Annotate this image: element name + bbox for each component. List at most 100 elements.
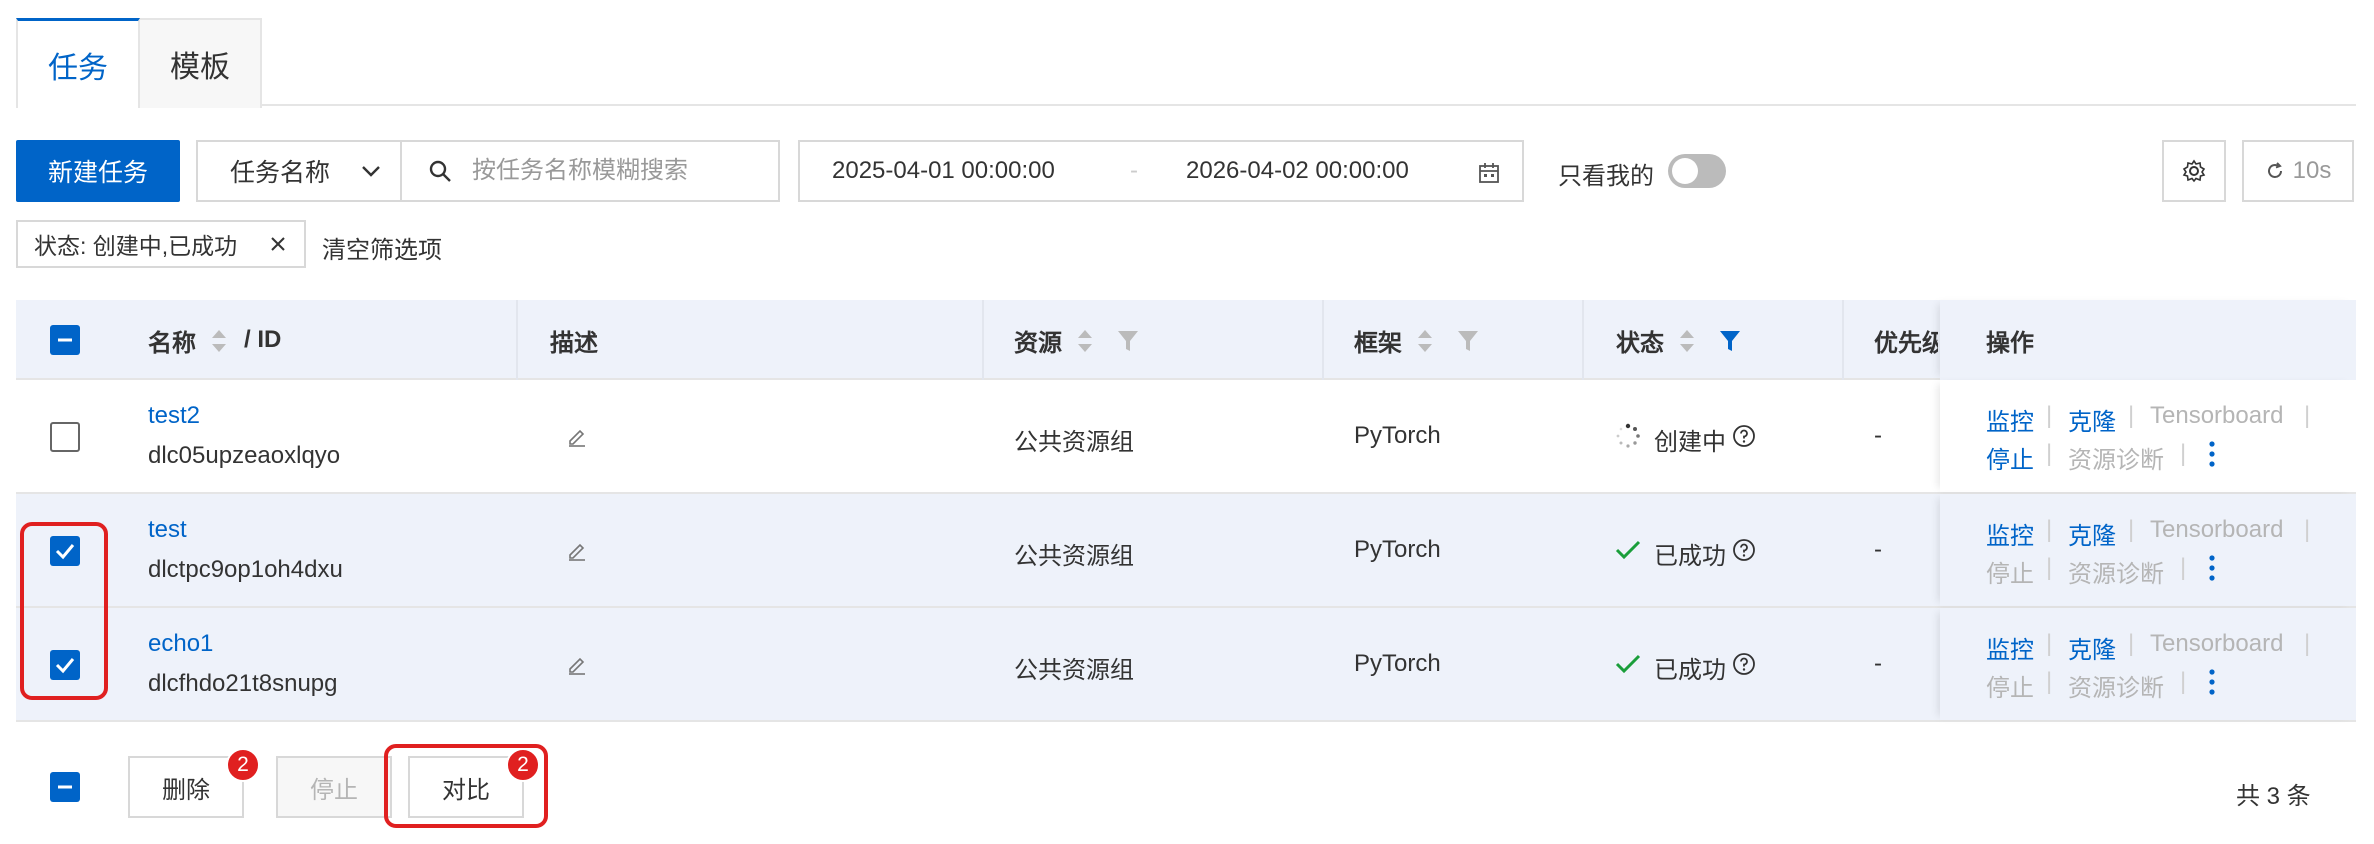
sort-icon[interactable]	[1678, 328, 1696, 354]
task-id: dlcfhdo21t8snupg	[148, 670, 338, 697]
sort-icon[interactable]	[1076, 328, 1094, 354]
ops-panel: 监控 | 克隆 | Tensorboard | 停止 | 资源诊断 |	[1940, 608, 2356, 720]
calendar-icon	[1479, 163, 1499, 183]
more-vertical-icon[interactable]	[2206, 440, 2218, 468]
search-input[interactable]	[472, 157, 772, 185]
status-value: 已成功	[1654, 543, 1726, 570]
delete-count-badge: 2	[226, 748, 260, 782]
monitor-link[interactable]: 监控	[1986, 402, 2034, 437]
clone-link[interactable]: 克隆	[2068, 516, 2116, 551]
column-name: 名称	[148, 300, 196, 380]
framework-value: PyTorch	[1354, 536, 1441, 563]
refresh-button[interactable]: 10s	[2242, 140, 2354, 202]
status-value: 创建中	[1654, 429, 1726, 456]
tab-template[interactable]: 模板	[138, 18, 262, 108]
stop-link[interactable]: 停止	[1986, 554, 2034, 589]
minus-icon	[58, 785, 72, 789]
more-vertical-icon[interactable]	[2206, 668, 2218, 696]
priority-value: -	[1874, 422, 1882, 449]
tensorboard-link[interactable]: Tensorboard	[2150, 402, 2283, 430]
task-name-link[interactable]: test	[148, 516, 187, 544]
filter-icon[interactable]	[1456, 328, 1480, 354]
priority-value: -	[1874, 650, 1882, 677]
tensorboard-link[interactable]: Tensorboard	[2150, 516, 2283, 544]
search-field-select[interactable]: 任务名称	[196, 140, 402, 202]
sort-icon[interactable]	[1416, 328, 1434, 354]
diagnose-link[interactable]: 资源诊断	[2068, 554, 2164, 589]
column-ops-label: 操作	[1986, 329, 2034, 357]
only-mine-toggle[interactable]	[1668, 154, 1726, 188]
diagnose-link[interactable]: 资源诊断	[2068, 440, 2164, 475]
filter-icon[interactable]	[1116, 328, 1140, 354]
bulk-select-checkbox[interactable]	[50, 772, 80, 802]
tensorboard-link[interactable]: Tensorboard	[2150, 630, 2283, 658]
resource-value: 公共资源组	[1014, 543, 1134, 570]
monitor-link[interactable]: 监控	[1986, 630, 2034, 665]
select-all-checkbox[interactable]	[50, 325, 80, 355]
chevron-down-icon	[362, 166, 380, 177]
refresh-interval: 10s	[2292, 157, 2332, 184]
clone-link[interactable]: 克隆	[2068, 630, 2116, 665]
column-status-label: 状态	[1616, 329, 1664, 357]
search-icon	[429, 160, 451, 182]
column-description-label: 描述	[550, 329, 598, 357]
framework-value: PyTorch	[1354, 422, 1441, 449]
stop-button[interactable]: 停止	[276, 756, 392, 818]
priority-value: -	[1874, 536, 1882, 563]
column-id: / ID	[244, 300, 281, 380]
sort-icon[interactable]	[210, 328, 228, 354]
new-task-button[interactable]: 新建任务	[16, 140, 180, 202]
minus-icon	[58, 338, 72, 342]
edit-icon[interactable]	[566, 654, 588, 676]
ops-panel: 监控 | 克隆 | Tensorboard | 停止 | 资源诊断 |	[1940, 494, 2356, 606]
tab-task[interactable]: 任务	[16, 18, 140, 108]
edit-icon[interactable]	[566, 540, 588, 562]
column-name-label: 名称	[148, 329, 196, 357]
column-ops: 操作	[1986, 300, 2034, 380]
stop-link[interactable]: 停止	[1986, 440, 2034, 475]
date-end[interactable]: 2026-04-02 00:00:00	[1186, 157, 1409, 185]
tab-bar: 模板 任务	[16, 18, 2356, 108]
search-field-select-value: 任务名称	[230, 159, 331, 187]
stop-link[interactable]: 停止	[1986, 668, 2034, 703]
column-id-label: / ID	[244, 326, 282, 353]
resource-value: 公共资源组	[1014, 657, 1134, 684]
monitor-link[interactable]: 监控	[1986, 516, 2034, 551]
refresh-icon	[2267, 162, 2282, 178]
clone-link[interactable]: 克隆	[2068, 402, 2116, 437]
table-header: 名称 / ID 描述 资源 框架 状态 优先级 操作	[16, 300, 2356, 380]
date-separator: -	[1130, 157, 1138, 184]
compare-highlight	[384, 744, 548, 828]
settings-button[interactable]	[2162, 140, 2226, 202]
column-status: 状态	[1616, 300, 1664, 380]
date-range-picker[interactable]: 2025-04-01 00:00:00 - 2026-04-02 00:00:0…	[798, 140, 1524, 202]
loading-spinner-icon	[1616, 423, 1640, 448]
framework-value: PyTorch	[1354, 650, 1441, 677]
column-resource: 资源	[1014, 300, 1062, 380]
help-icon[interactable]	[1732, 424, 1756, 448]
ops-panel: 监控 | 克隆 | Tensorboard | 停止 | 资源诊断 |	[1940, 380, 2356, 492]
total-count: 共 3 条	[2236, 783, 2311, 810]
more-vertical-icon[interactable]	[2206, 554, 2218, 582]
task-id: dlc05upzeaoxlqyo	[148, 442, 341, 469]
status-value: 已成功	[1654, 657, 1726, 684]
close-icon[interactable]	[268, 234, 288, 254]
date-start[interactable]: 2025-04-01 00:00:00	[832, 157, 1055, 185]
help-icon[interactable]	[1732, 652, 1756, 676]
diagnose-link[interactable]: 资源诊断	[2068, 668, 2164, 703]
column-priority: 优先级	[1874, 300, 1938, 380]
task-name-link[interactable]: echo1	[148, 630, 213, 658]
search-box[interactable]	[400, 140, 780, 202]
table-row: echo1 dlcfhdo21t8snupg 公共资源组 PyTorch 已成功…	[16, 608, 2356, 722]
only-mine-label: 只看我的	[1558, 163, 1654, 190]
task-name-link[interactable]: test2	[148, 402, 200, 430]
clear-filters-link[interactable]: 清空筛选项	[322, 230, 442, 265]
help-icon[interactable]	[1732, 538, 1756, 562]
row-checkbox[interactable]	[50, 422, 80, 452]
gear-icon	[2182, 159, 2206, 183]
column-resource-label: 资源	[1014, 329, 1062, 357]
task-id: dlctpc9op1oh4dxu	[148, 556, 343, 583]
edit-icon[interactable]	[566, 426, 588, 448]
filter-active-icon[interactable]	[1718, 328, 1742, 354]
toggle-knob	[1672, 158, 1698, 184]
